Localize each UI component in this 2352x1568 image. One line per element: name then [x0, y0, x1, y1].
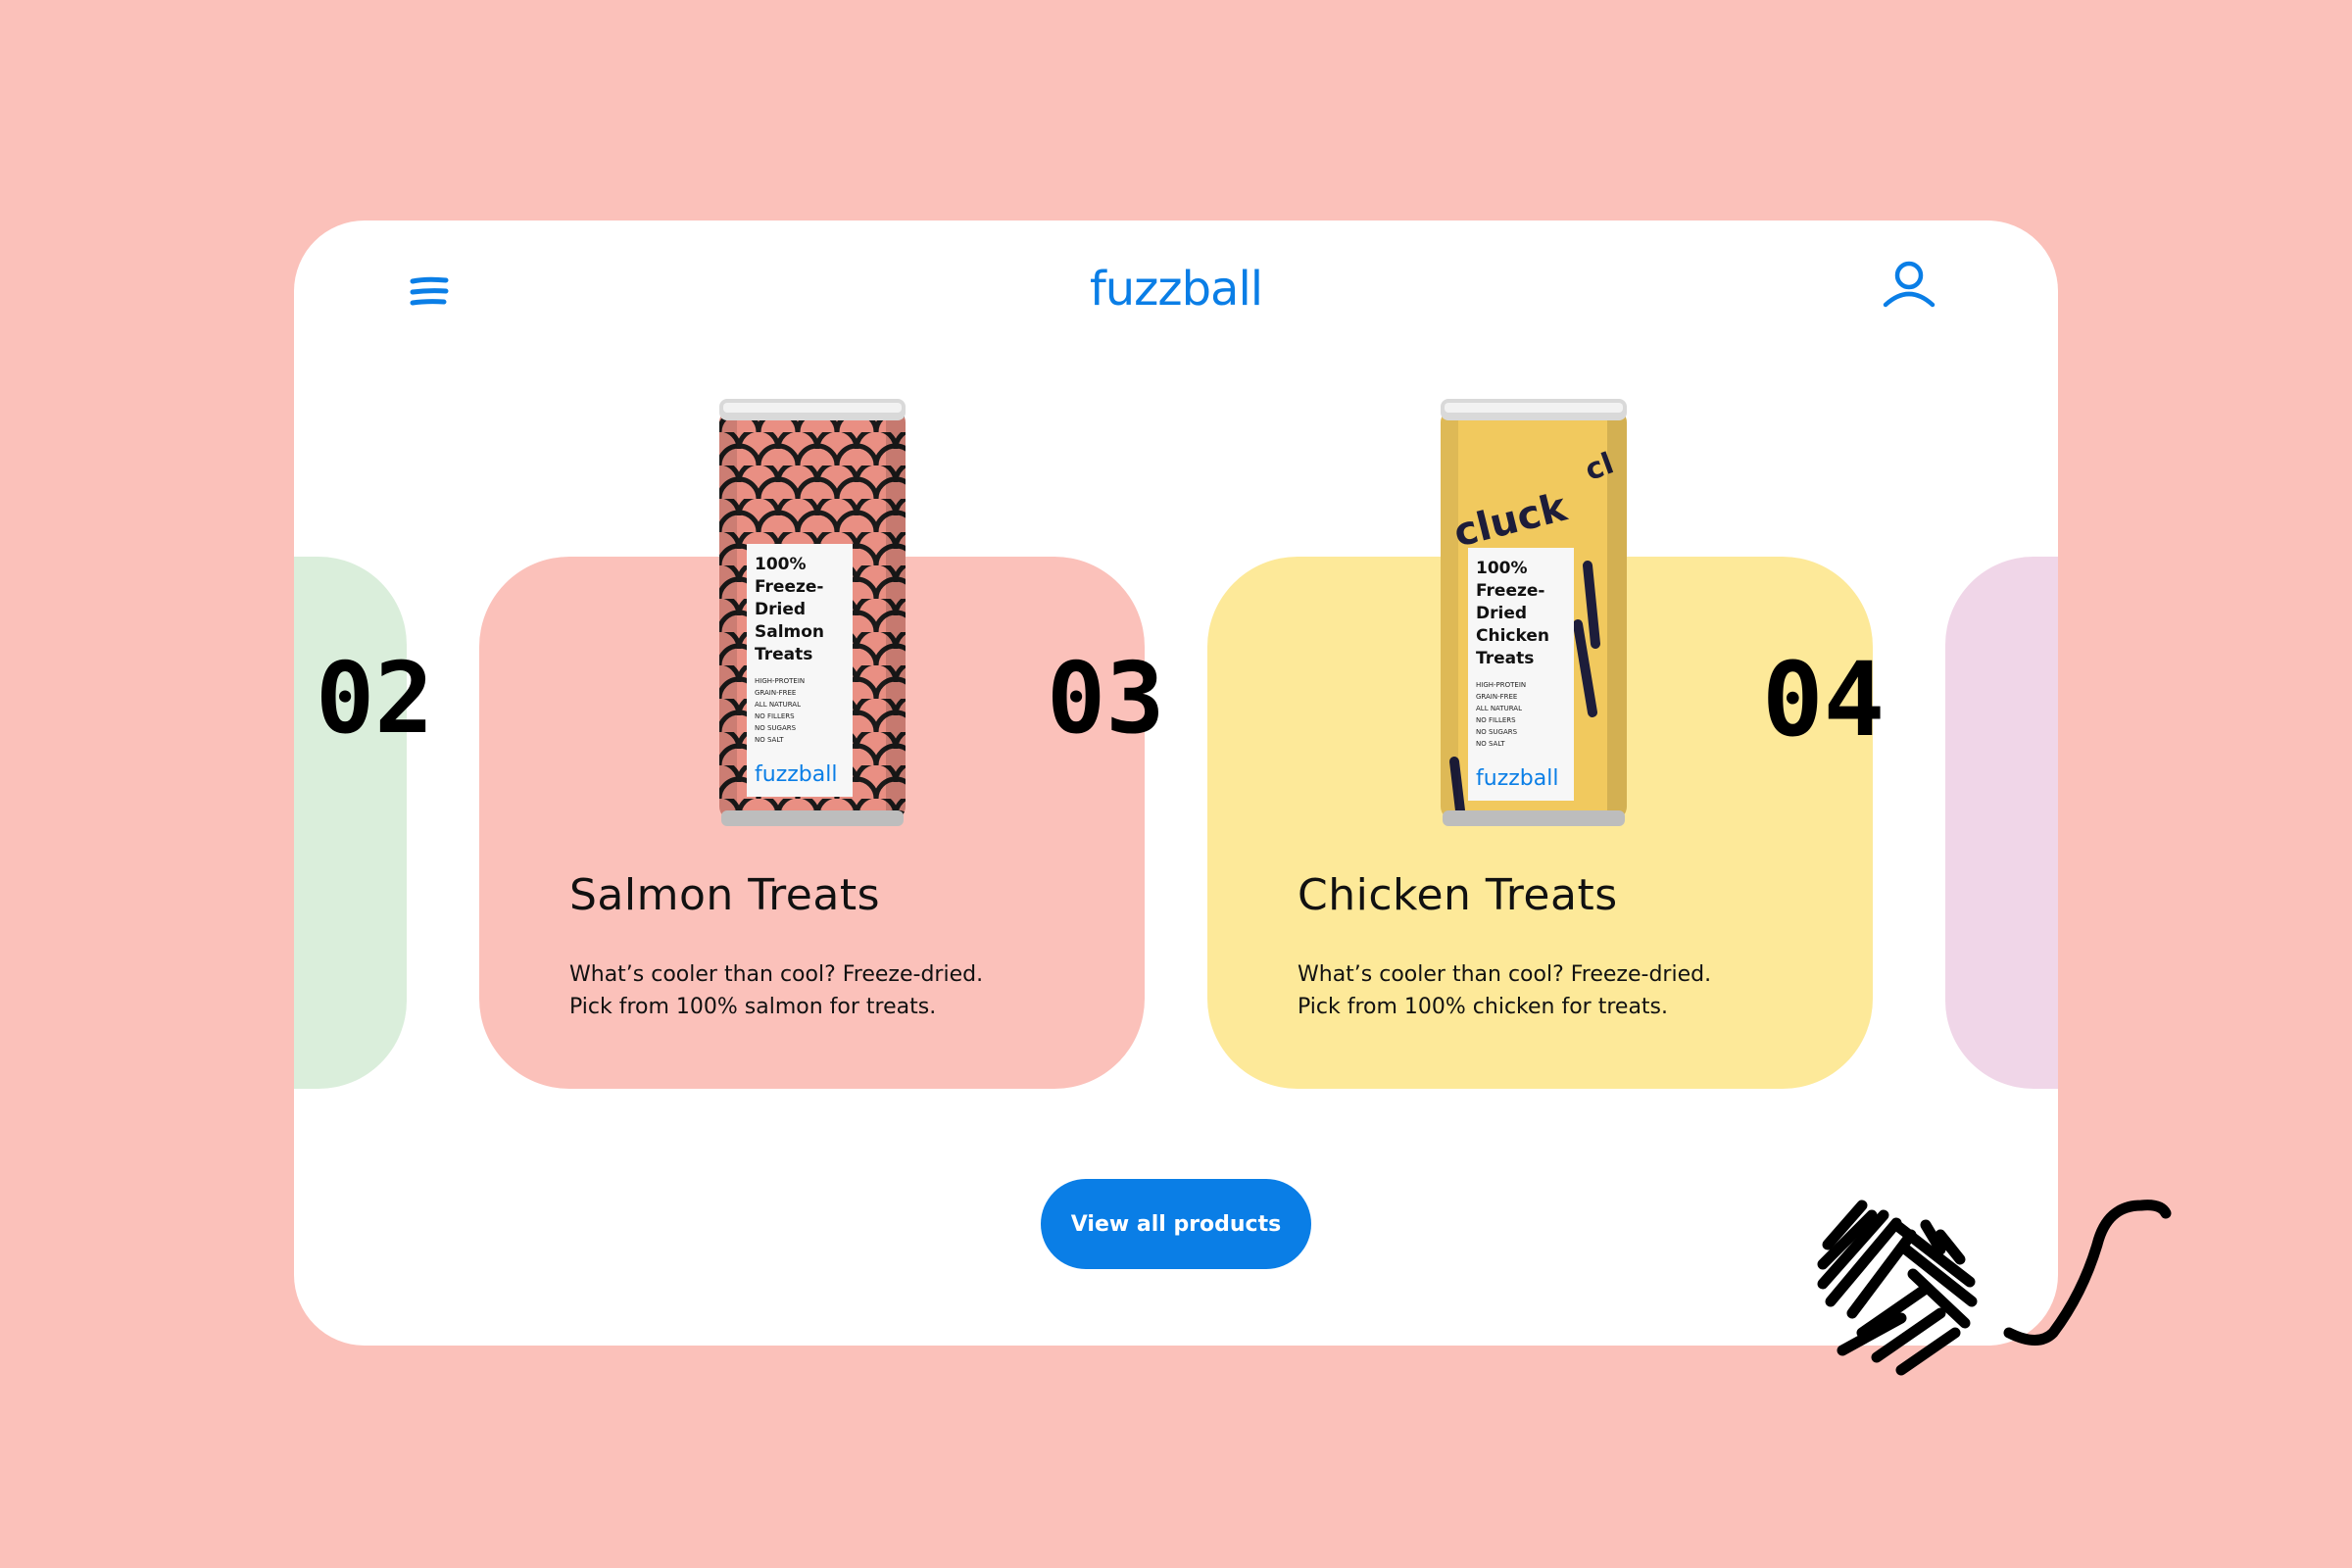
can-label-text: Freeze-: [1476, 581, 1544, 601]
svg-text:03: 03: [1047, 642, 1164, 750]
can-label-text: Dried: [755, 600, 806, 619]
can-feature-text: NO SUGARS: [1476, 728, 1518, 736]
brand-logo[interactable]: fuzzball: [294, 262, 2058, 317]
svg-text:02: 02: [316, 642, 433, 750]
can-brand-logo: fuzzball: [755, 762, 837, 787]
can-label-text: 100%: [755, 555, 807, 574]
carousel-number-03: 03: [1047, 641, 1184, 756]
chicken-can-image: cluck cl 100% Freeze- Dried Chicken Trea…: [1441, 399, 1627, 828]
can-label-text: Dried: [1476, 604, 1527, 623]
can-label-text: Treats: [1476, 649, 1534, 668]
product-title: Chicken Treats: [1298, 870, 1618, 920]
carousel-number-02: 02: [316, 641, 453, 756]
product-description: What’s cooler than cool? Freeze-dried. P…: [569, 962, 984, 1019]
salmon-can-image: 100% Freeze- Dried Salmon Treats HIGH-PR…: [719, 399, 906, 828]
carousel-card-previous[interactable]: [294, 557, 407, 1089]
can-label-text: 100%: [1476, 559, 1528, 578]
can-feature-text: NO SALT: [755, 736, 784, 744]
can-feature-text: NO SUGARS: [755, 724, 797, 732]
svg-text:04: 04: [1762, 642, 1885, 760]
can-feature-text: NO FILLERS: [755, 712, 795, 720]
user-account-icon[interactable]: [1878, 256, 1940, 318]
can-brand-logo: fuzzball: [1476, 766, 1558, 791]
can-feature-text: GRAIN-FREE: [1476, 693, 1517, 701]
yarn-ball-icon: [1803, 1186, 2176, 1421]
can-feature-text: HIGH-PROTEIN: [1476, 681, 1526, 689]
product-description: What’s cooler than cool? Freeze-dried. P…: [1298, 962, 1712, 1019]
product-title: Salmon Treats: [569, 870, 881, 920]
can-feature-text: NO SALT: [1476, 740, 1505, 748]
can-label-text: Salmon: [755, 622, 824, 642]
carousel-card-next[interactable]: [1945, 557, 2058, 1089]
can-label-text: Chicken: [1476, 626, 1549, 646]
can-label-text: Freeze-: [755, 577, 823, 597]
app-window: fuzzball Salmon Treats What’s cooler tha…: [294, 220, 2058, 1346]
can-feature-text: NO FILLERS: [1476, 716, 1516, 724]
can-feature-text: GRAIN-FREE: [755, 689, 796, 697]
can-feature-text: ALL NATURAL: [1476, 705, 1522, 712]
can-feature-text: ALL NATURAL: [755, 701, 801, 709]
can-label-text: Treats: [755, 645, 812, 664]
carousel-number-04: 04: [1762, 640, 1919, 763]
can-feature-text: HIGH-PROTEIN: [755, 677, 805, 685]
view-all-products-button[interactable]: View all products: [1041, 1179, 1311, 1269]
